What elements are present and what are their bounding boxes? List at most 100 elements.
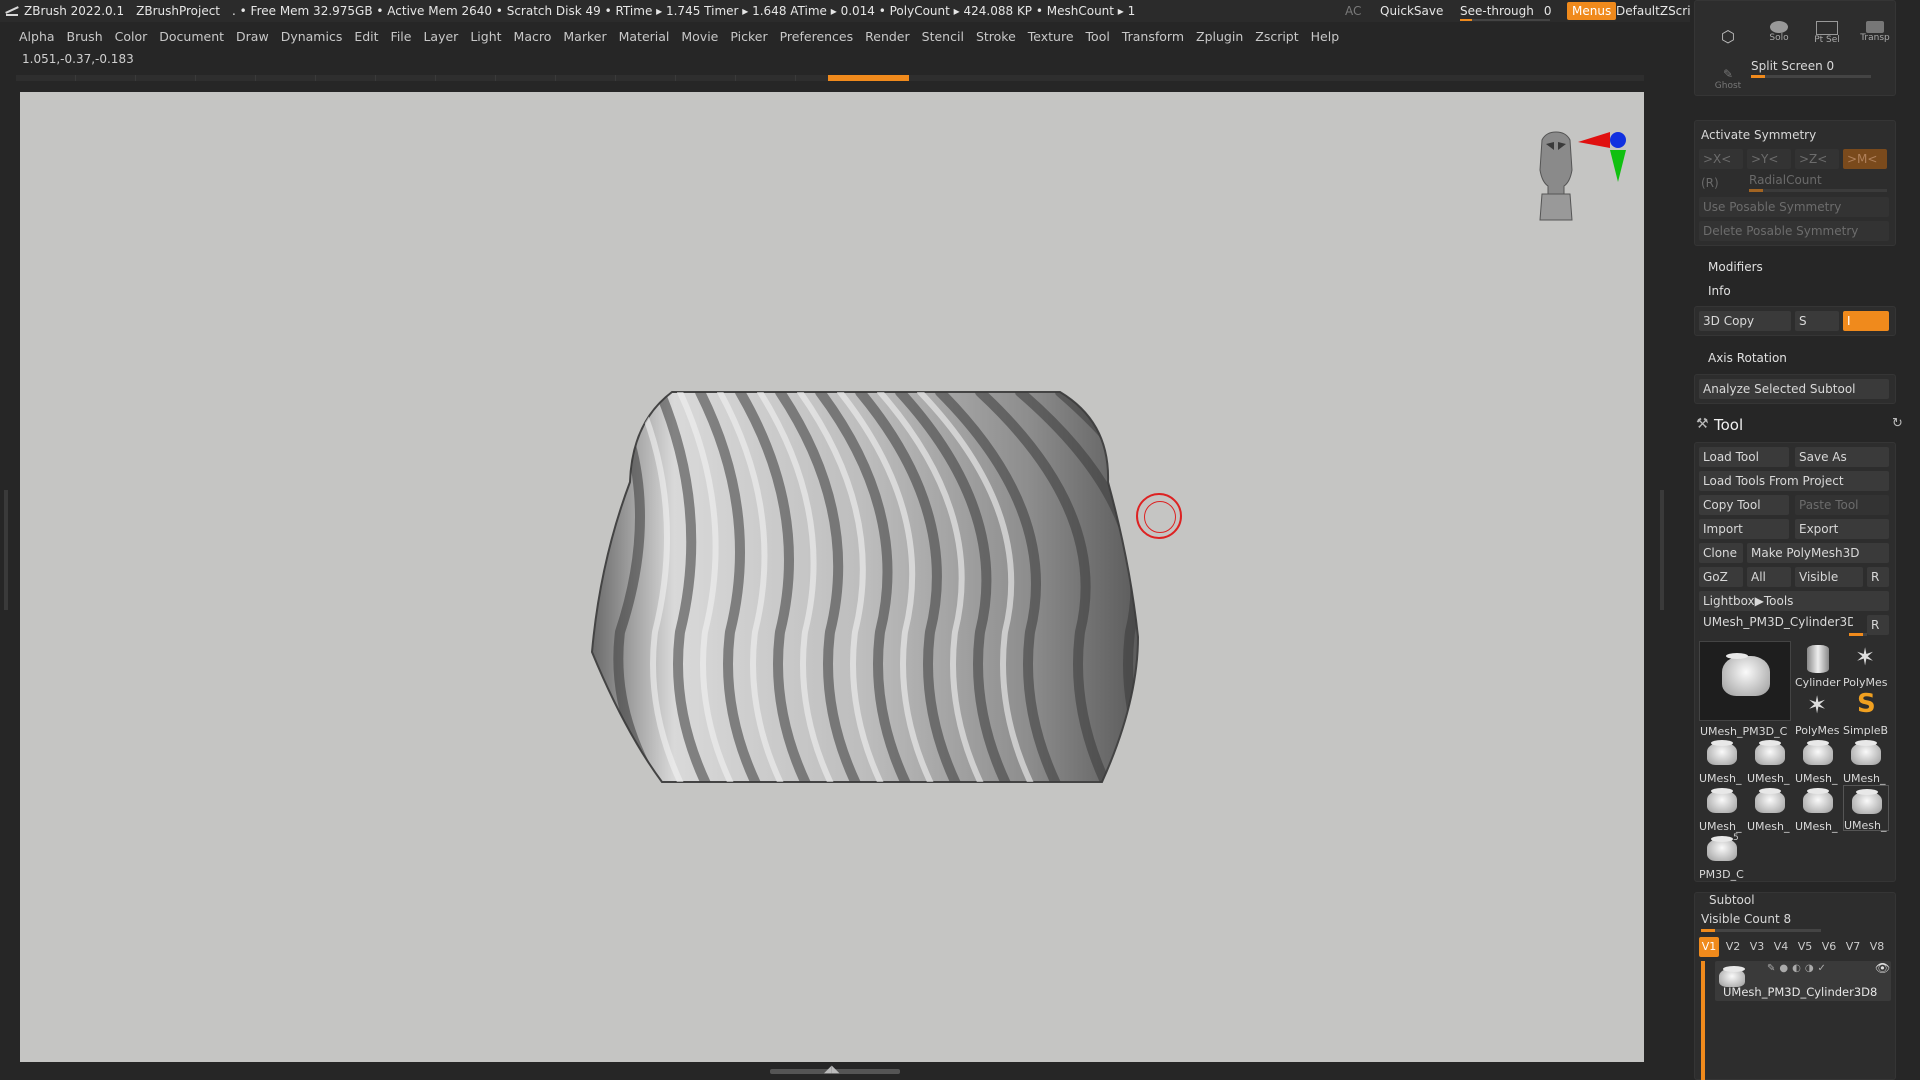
tool-thumb-pm3d[interactable]: 5 PM3D_C (1699, 833, 1745, 881)
3d-copy-i-input[interactable]: I (1843, 311, 1889, 331)
menu-light[interactable]: Light (470, 29, 501, 44)
current-tool-slider[interactable] (1849, 633, 1867, 636)
save-as-button[interactable]: Save As (1795, 447, 1889, 467)
subtool-version-v2[interactable]: V2 (1723, 937, 1743, 957)
tool-thumb-umesh[interactable]: UMesh_ (1699, 785, 1745, 833)
menu-zplugin[interactable]: Zplugin (1196, 29, 1243, 44)
radial-count-slider[interactable]: RadialCount (1749, 173, 1822, 187)
tool-thumb-cylinder[interactable]: Cylinder (1795, 641, 1841, 689)
menu-brush[interactable]: Brush (67, 29, 103, 44)
radial-r-button[interactable]: (R) (1701, 176, 1719, 190)
menu-help[interactable]: Help (1311, 29, 1340, 44)
tool-thumb-umesh[interactable]: UMesh_ (1843, 737, 1889, 785)
solo-button[interactable]: Solo (1759, 21, 1799, 43)
transp-button[interactable]: Transp (1855, 21, 1895, 43)
menu-stroke[interactable]: Stroke (976, 29, 1016, 44)
delete-posable-symmetry-button[interactable]: Delete Posable Symmetry (1699, 221, 1889, 241)
menu-dynamics[interactable]: Dynamics (281, 29, 343, 44)
current-tool-r-button[interactable]: R (1867, 615, 1889, 635)
menu-macro[interactable]: Macro (514, 29, 552, 44)
clone-button[interactable]: Clone (1699, 543, 1743, 563)
export-button[interactable]: Export (1795, 519, 1889, 539)
subtool-toggle-icons[interactable]: ✎●◐◑✓ (1767, 963, 1830, 974)
visible-count-track[interactable] (1701, 929, 1821, 932)
tool-thumb-simplebrush[interactable]: S SimpleB (1843, 689, 1889, 737)
subtool-item[interactable]: ✎●◐◑✓ 👁 UMesh_PM3D_Cylinder3D8 (1715, 961, 1891, 1001)
goz-r-button[interactable]: R (1867, 567, 1889, 587)
subtool-header[interactable]: Subtool (1709, 893, 1755, 907)
activate-symmetry-button[interactable]: Activate Symmetry (1701, 128, 1816, 142)
tool-thumb-umesh[interactable]: UMesh_ (1699, 737, 1745, 785)
x-axis-arrow-icon[interactable] (1578, 132, 1610, 148)
menu-movie[interactable]: Movie (681, 29, 718, 44)
subtool-version-v8[interactable]: V8 (1867, 937, 1887, 957)
menu-render[interactable]: Render (865, 29, 910, 44)
quicksave-button[interactable]: QuickSave (1380, 0, 1443, 22)
menu-color[interactable]: Color (115, 29, 148, 44)
bottom-tray-arrows-icon[interactable]: ◢◣ (824, 1064, 839, 1075)
paste-tool-button[interactable]: Paste Tool (1795, 495, 1889, 515)
eye-icon[interactable]: 👁 (1875, 961, 1890, 975)
goz-button[interactable]: GoZ (1699, 567, 1743, 587)
split-screen-track[interactable] (1751, 75, 1871, 78)
menu-layer[interactable]: Layer (423, 29, 458, 44)
left-tray-handle[interactable] (4, 490, 8, 610)
menu-alpha[interactable]: Alpha (19, 29, 55, 44)
active-tool-thumbnail[interactable]: UMesh_PM3D_C (1699, 641, 1791, 738)
z-axis-sphere-icon[interactable] (1610, 132, 1626, 148)
tool-thumb-umesh[interactable]: UMesh_ (1747, 785, 1793, 833)
visible-count-slider[interactable]: Visible Count 8 (1701, 912, 1791, 926)
subtool-version-v3[interactable]: V3 (1747, 937, 1767, 957)
vase-mesh[interactable] (20, 92, 1644, 1062)
active-shelf-tab[interactable] (828, 75, 909, 81)
analyze-selected-subtool-button[interactable]: Analyze Selected Subtool (1699, 379, 1889, 399)
menu-tool[interactable]: Tool (1086, 29, 1110, 44)
see-through-slider[interactable]: See-through 0 (1460, 0, 1560, 22)
3d-copy-button[interactable]: 3D Copy (1699, 311, 1791, 331)
refresh-icon[interactable]: ↻ (1892, 416, 1903, 431)
subtool-version-v6[interactable]: V6 (1819, 937, 1839, 957)
menu-transform[interactable]: Transform (1122, 29, 1184, 44)
menu-file[interactable]: File (391, 29, 412, 44)
subtool-version-v5[interactable]: V5 (1795, 937, 1815, 957)
tool-thumb-polymesh[interactable]: ✶ PolyMes (1843, 641, 1889, 689)
tool-thumb-umesh[interactable]: UMesh_ (1747, 737, 1793, 785)
load-tools-from-project-button[interactable]: Load Tools From Project (1699, 471, 1889, 491)
menu-stencil[interactable]: Stencil (922, 29, 964, 44)
tool-thumb-umesh[interactable]: UMesh_ (1795, 785, 1841, 833)
ac-toggle[interactable]: AC (1345, 0, 1361, 22)
symmetry-y-button[interactable]: >Y< (1747, 149, 1791, 169)
symmetry-x-button[interactable]: >X< (1699, 149, 1743, 169)
menu-draw[interactable]: Draw (236, 29, 269, 44)
subtool-version-v4[interactable]: V4 (1771, 937, 1791, 957)
current-tool-name[interactable]: UMesh_PM3D_Cylinder3D8. (1703, 615, 1853, 629)
goz-visible-button[interactable]: Visible (1795, 567, 1863, 587)
tool-thumb-umesh[interactable]: UMesh_ (1843, 785, 1889, 832)
axis-rotation-header[interactable]: Axis Rotation (1708, 351, 1787, 365)
load-tool-button[interactable]: Load Tool (1699, 447, 1789, 467)
menu-document[interactable]: Document (159, 29, 224, 44)
modifiers-header[interactable]: Modifiers (1708, 260, 1763, 274)
3d-cube-icon[interactable]: ⬡ (1721, 27, 1735, 46)
menu-zscript[interactable]: Zscript (1255, 29, 1298, 44)
tool-thumb-umesh[interactable]: UMesh_ (1795, 737, 1841, 785)
menu-texture[interactable]: Texture (1028, 29, 1074, 44)
menu-preferences[interactable]: Preferences (780, 29, 854, 44)
radial-count-track[interactable] (1749, 189, 1887, 192)
copy-tool-button[interactable]: Copy Tool (1699, 495, 1789, 515)
menus-toggle-button[interactable]: Menus (1567, 2, 1617, 20)
tool-palette-header[interactable]: ⚒ Tool ↻ (1690, 416, 1920, 434)
split-screen-slider[interactable]: Split Screen 0 (1751, 59, 1834, 73)
menu-marker[interactable]: Marker (563, 29, 606, 44)
symmetry-m-button[interactable]: >M< (1843, 149, 1887, 169)
menu-edit[interactable]: Edit (354, 29, 378, 44)
make-polymesh3d-button[interactable]: Make PolyMesh3D (1747, 543, 1889, 563)
ghost-button[interactable]: ✎ Ghost (1713, 67, 1743, 91)
canvas-viewport[interactable] (20, 92, 1644, 1062)
pt-sel-button[interactable]: Pt Sel (1807, 21, 1847, 45)
3d-copy-s-button[interactable]: S (1795, 311, 1839, 331)
menu-picker[interactable]: Picker (730, 29, 767, 44)
subtool-version-v1[interactable]: V1 (1699, 937, 1719, 957)
right-tray-handle[interactable] (1660, 490, 1664, 610)
lightbox-tools-button[interactable]: Lightbox▶Tools (1699, 591, 1889, 611)
